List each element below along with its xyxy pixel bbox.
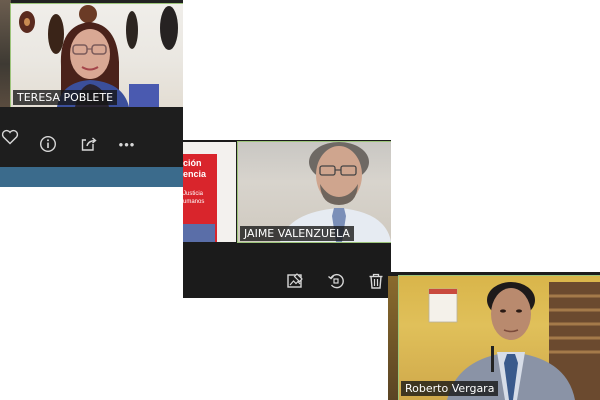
image-viewer-toolbar xyxy=(183,244,391,298)
participant-shoulder xyxy=(183,224,215,242)
adjacent-video-tile xyxy=(0,0,11,107)
participant-name-label: TERESA POBLETE xyxy=(13,90,118,105)
window-accent-bar xyxy=(0,167,183,187)
more-icon: ••• xyxy=(118,136,136,152)
photo-viewer-window: Roberto Vergara xyxy=(388,272,600,400)
book-title: ción encia xyxy=(183,158,206,180)
more-options-button[interactable]: ••• xyxy=(116,133,138,155)
adjacent-video-tile xyxy=(388,276,399,400)
video-tile-teresa-poblete[interactable]: TERESA POBLETE xyxy=(10,3,183,108)
share-icon xyxy=(81,137,97,151)
delete-button[interactable] xyxy=(365,270,387,292)
book-subtitle-line: Justicia xyxy=(183,191,204,197)
participant-name-label: JAIME VALENZUELA xyxy=(240,226,354,241)
share-button[interactable] xyxy=(78,133,100,155)
rotate-button[interactable] xyxy=(325,270,347,292)
info-button[interactable] xyxy=(37,133,59,155)
image-viewer-toolbar: ••• xyxy=(0,107,183,167)
book-subtitle: Justicia umanos xyxy=(183,190,204,206)
heart-icon xyxy=(1,129,19,145)
video-tile-roberto-vergara[interactable]: Roberto Vergara xyxy=(398,275,600,400)
photo-viewer-window: TERESA POBLETE ••• xyxy=(0,0,183,187)
edit-image-icon xyxy=(287,273,303,288)
participant-name-label: Roberto Vergara xyxy=(401,381,499,396)
shared-book-cover-tile: ción encia Justicia umanos xyxy=(183,142,236,242)
book-title-line: encia xyxy=(183,169,207,179)
rotate-icon xyxy=(328,273,344,289)
video-tile-jaime-valenzuela[interactable]: JAIME VALENZUELA xyxy=(237,141,391,243)
favorite-button[interactable] xyxy=(0,126,21,148)
edit-image-button[interactable] xyxy=(284,270,306,292)
photo-viewer-window: ción encia Justicia umanos JAIME VALENZU… xyxy=(183,140,391,298)
book-subtitle-line: umanos xyxy=(183,199,205,205)
book-title-line: ción xyxy=(183,158,202,168)
delete-icon xyxy=(369,273,383,289)
info-icon xyxy=(39,135,57,153)
